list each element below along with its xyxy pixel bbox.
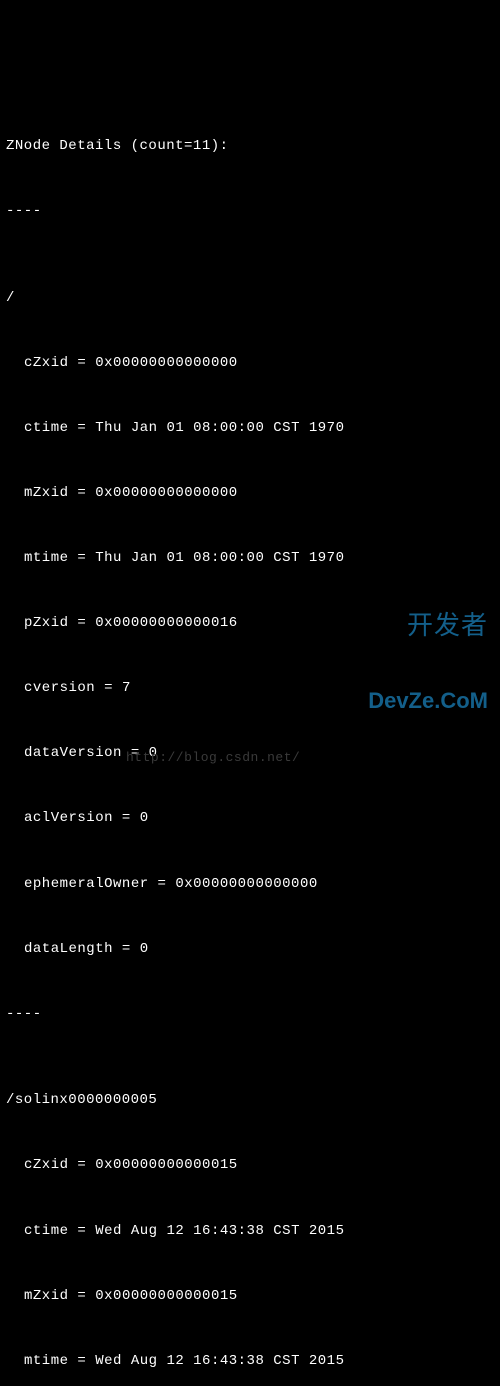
prop-ctime: ctime = Wed Aug 12 16:43:38 CST 2015 [6,1221,494,1243]
node-path: /solinx0000000005 [6,1090,494,1112]
divider: ---- [6,1004,494,1026]
znode-details-header: ZNode Details (count=11): [6,136,494,158]
prop-mzxid: mZxid = 0x00000000000000 [6,483,494,505]
prop-datalength: dataLength = 0 [6,939,494,961]
prop-czxid: cZxid = 0x00000000000015 [6,1155,494,1177]
watermark-url: http://blog.csdn.net/ [126,748,300,768]
divider: ---- [6,201,494,223]
terminal-output: ZNode Details (count=11): ---- / cZxid =… [6,93,494,774]
prop-mzxid: mZxid = 0x00000000000015 [6,1286,494,1308]
prop-czxid: cZxid = 0x00000000000000 [6,353,494,375]
prop-aclversion: aclVersion = 0 [6,808,494,830]
prop-pzxid: pZxid = 0x00000000000016 [6,613,494,635]
prop-cversion: cversion = 7 [6,678,494,700]
watermark: 开发者 DevZe.CoM [368,561,488,762]
prop-mtime: mtime = Wed Aug 12 16:43:38 CST 2015 [6,1351,494,1373]
prop-ephemeralowner: ephemeralOwner = 0x00000000000000 [6,874,494,896]
prop-ctime: ctime = Thu Jan 01 08:00:00 CST 1970 [6,418,494,440]
node-path: / [6,288,494,310]
prop-mtime: mtime = Thu Jan 01 08:00:00 CST 1970 [6,548,494,570]
